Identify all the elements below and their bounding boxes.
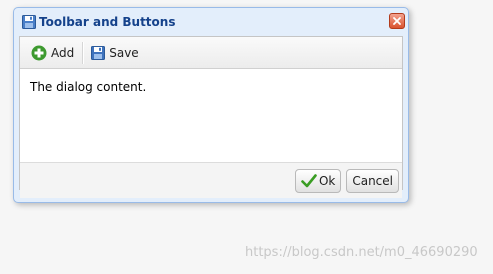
- close-button[interactable]: [389, 13, 405, 29]
- dialog-toolbar: Add Save: [20, 37, 402, 69]
- dialog-footer: Ok Cancel: [20, 162, 402, 198]
- add-button[interactable]: Add: [28, 42, 77, 64]
- save-button[interactable]: Save: [88, 42, 141, 64]
- ok-button[interactable]: Ok: [294, 168, 342, 193]
- content-text: The dialog content.: [30, 80, 147, 94]
- cancel-button[interactable]: Cancel: [346, 168, 399, 193]
- toolbar-separator: [82, 41, 85, 64]
- save-disk-icon: [22, 15, 36, 29]
- dialog-title: Toolbar and Buttons: [39, 15, 176, 29]
- dialog-content: The dialog content.: [20, 69, 402, 162]
- watermark-text: https://blog.csdn.net/m0_46690290: [245, 245, 478, 260]
- dialog-body: Add Save The dialog content. Ok Cancel: [19, 36, 403, 198]
- close-x-icon: [393, 17, 401, 25]
- save-button-label: Save: [109, 45, 139, 60]
- green-checkmark-icon: [301, 173, 317, 187]
- blue-floppy-disk-icon: [91, 45, 106, 60]
- cancel-button-label: Cancel: [352, 173, 393, 188]
- dialog-titlebar[interactable]: Toolbar and Buttons: [19, 8, 405, 36]
- dialog-window: Toolbar and Buttons Add Save The dialog …: [13, 7, 409, 203]
- ok-button-label: Ok: [318, 173, 336, 188]
- add-button-label: Add: [51, 45, 75, 60]
- green-plus-icon: [31, 45, 47, 60]
